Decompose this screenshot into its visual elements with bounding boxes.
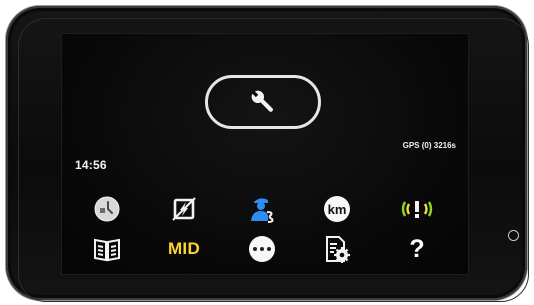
screen: 14:56 GPS (0) 3216s km MID ? (62, 34, 468, 274)
menu-grid: km MID ? (62, 184, 468, 274)
more-icon (249, 236, 275, 262)
mid-button[interactable]: MID (164, 232, 204, 266)
driver-card-icon (251, 198, 274, 223)
clock-time: 14:56 (75, 158, 107, 172)
km-badge: km (324, 196, 350, 222)
more-button[interactable] (242, 232, 282, 266)
battery-button[interactable] (164, 192, 204, 226)
help-label: ? (409, 234, 425, 263)
book-icon (94, 238, 120, 262)
settings-document-icon (326, 236, 350, 263)
gps-status: GPS (0) 3216s (402, 141, 456, 150)
wrench-button[interactable] (205, 75, 321, 129)
settings-document-button[interactable] (317, 232, 357, 266)
clock-button[interactable] (87, 192, 127, 226)
book-button[interactable] (87, 232, 127, 266)
vibration-alert-icon (401, 201, 433, 218)
vibration-button[interactable] (397, 192, 437, 226)
battery-disabled-icon (172, 197, 196, 221)
help-button[interactable]: ? (397, 232, 437, 266)
driver-card-button[interactable] (242, 192, 282, 226)
mid-label: MID (167, 239, 201, 258)
wrench-icon (251, 90, 273, 112)
clock-icon (94, 196, 120, 222)
hardware-button[interactable] (508, 230, 519, 241)
km-button[interactable]: km (317, 192, 357, 226)
